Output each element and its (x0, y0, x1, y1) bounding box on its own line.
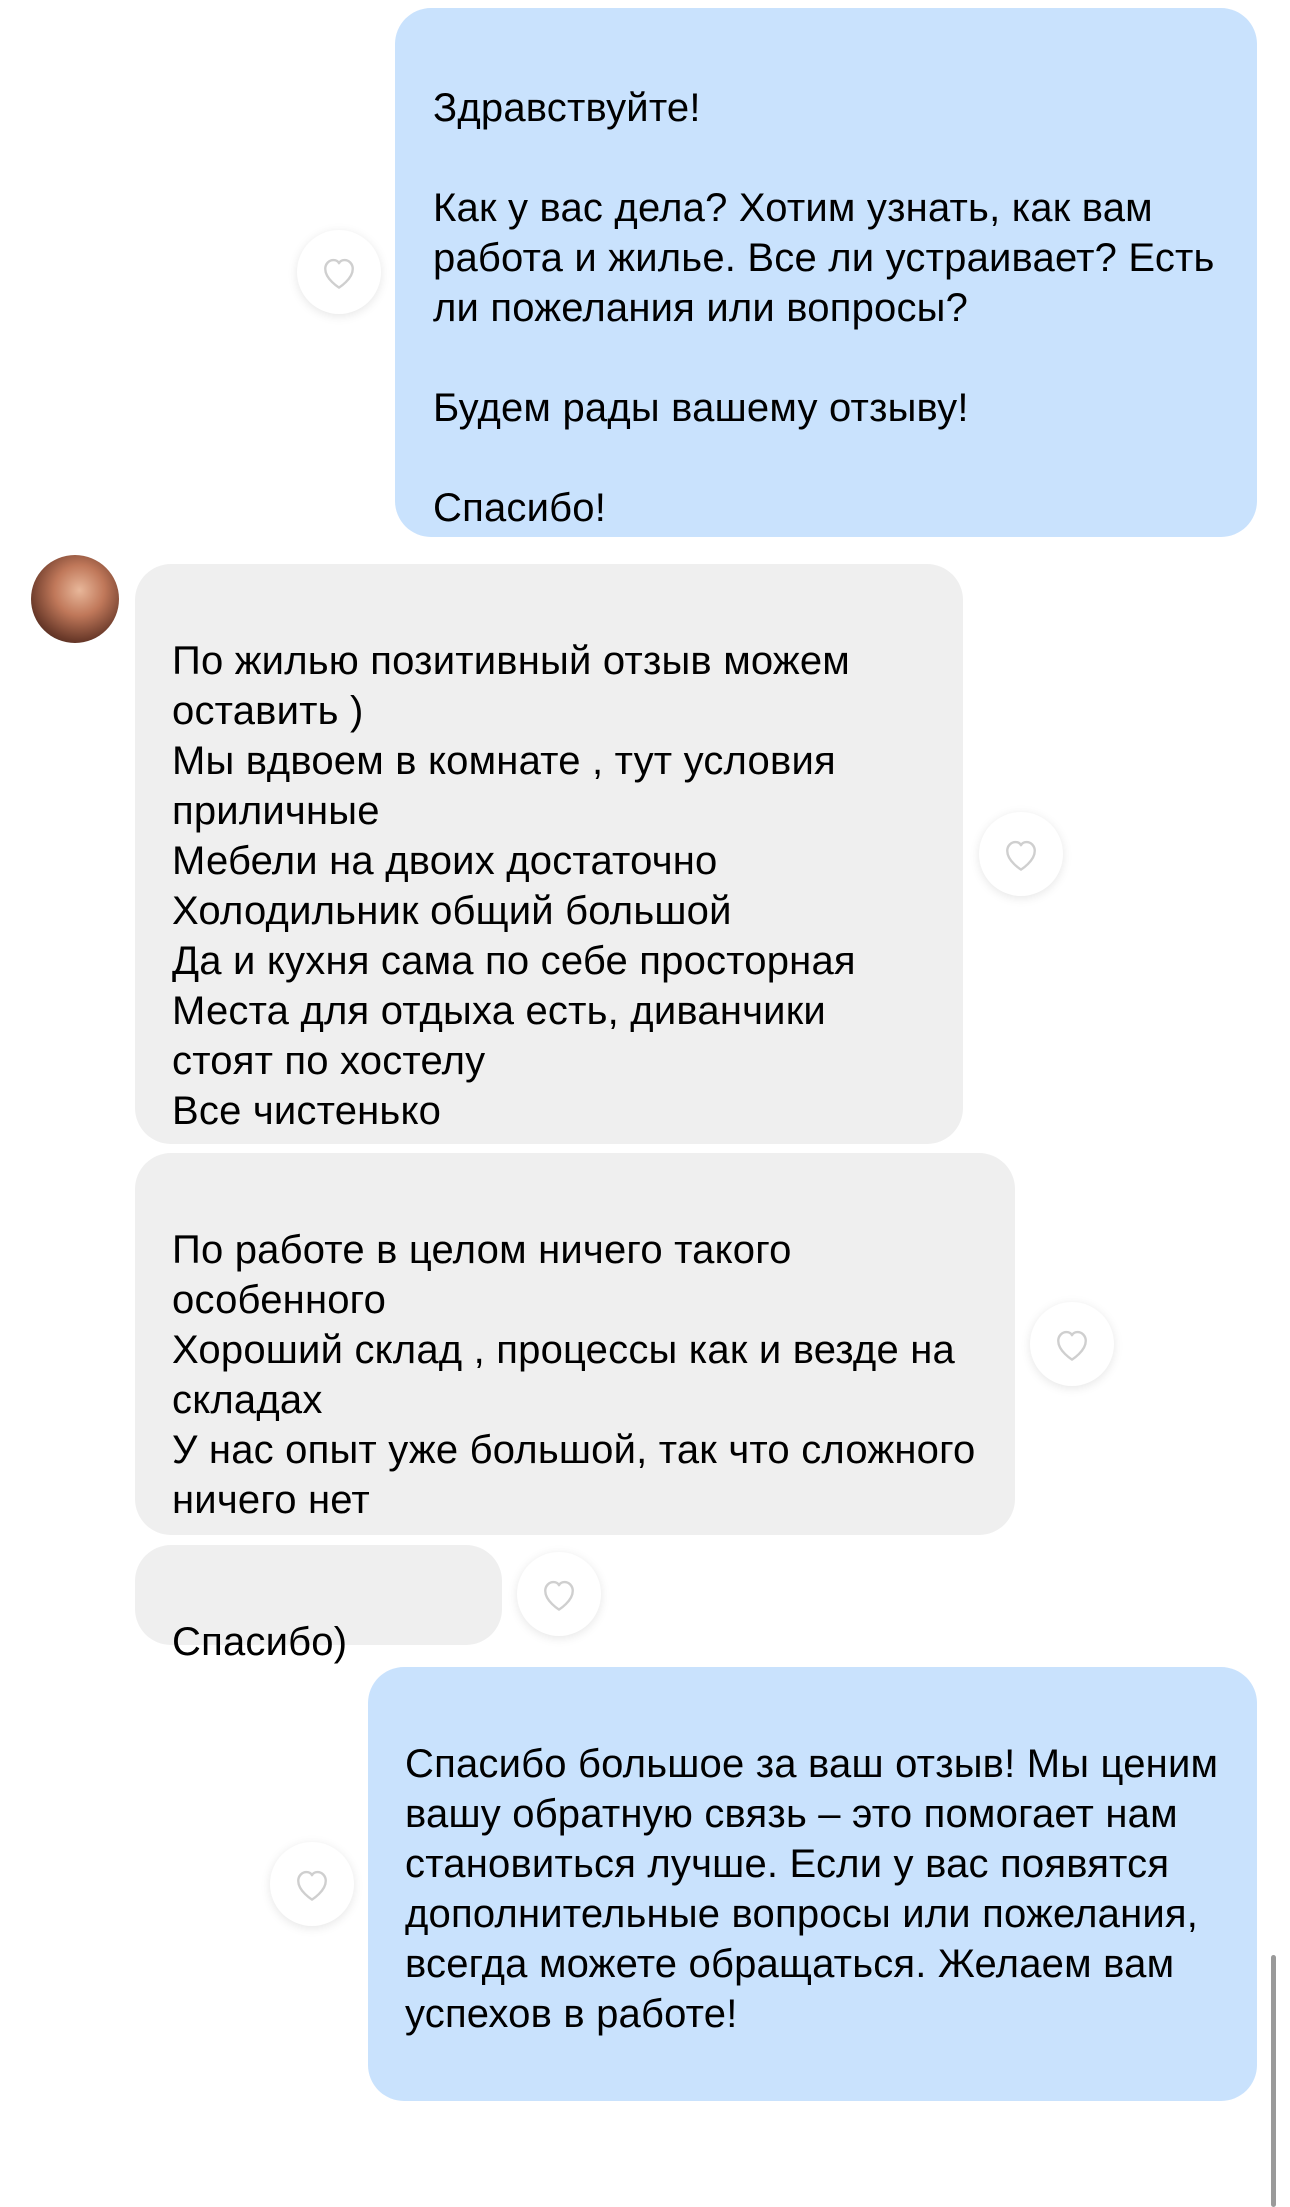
message-bubble-incoming[interactable]: Спасибо) (135, 1545, 502, 1664)
heart-outline-icon (1006, 840, 1036, 871)
message-text: Спасибо) (172, 1620, 348, 1664)
scrollbar[interactable] (1271, 1955, 1276, 2207)
message-text: Спасибо большое за ваш отзыв! Мы ценим в… (405, 1742, 1219, 2036)
heart-outline-icon (1057, 1330, 1087, 1361)
message-text: Здравствуйте! Как у вас дела? Хотим узна… (433, 86, 1215, 530)
heart-outline-icon (297, 1870, 327, 1901)
like-button[interactable] (1030, 1302, 1114, 1386)
message-bubble-incoming[interactable]: По работе в целом ничего такого особенно… (135, 1153, 1015, 1535)
like-button[interactable] (979, 812, 1063, 896)
avatar[interactable] (31, 555, 119, 643)
heart-outline-icon (544, 1580, 574, 1611)
message-bubble-outgoing[interactable]: Спасибо большое за ваш отзыв! Мы ценим в… (368, 1667, 1257, 2101)
message-bubble-incoming[interactable]: По жилью позитивный отзыв можем оставить… (135, 564, 963, 1144)
message-bubble-outgoing[interactable]: Здравствуйте! Как у вас дела? Хотим узна… (395, 8, 1257, 537)
message-text: По жилью позитивный отзыв можем оставить… (172, 639, 856, 1133)
message-text: По работе в целом ничего такого особенно… (172, 1228, 976, 1522)
like-button[interactable] (270, 1842, 354, 1926)
like-button[interactable] (297, 230, 381, 314)
like-button[interactable] (517, 1552, 601, 1636)
heart-outline-icon (324, 258, 354, 289)
